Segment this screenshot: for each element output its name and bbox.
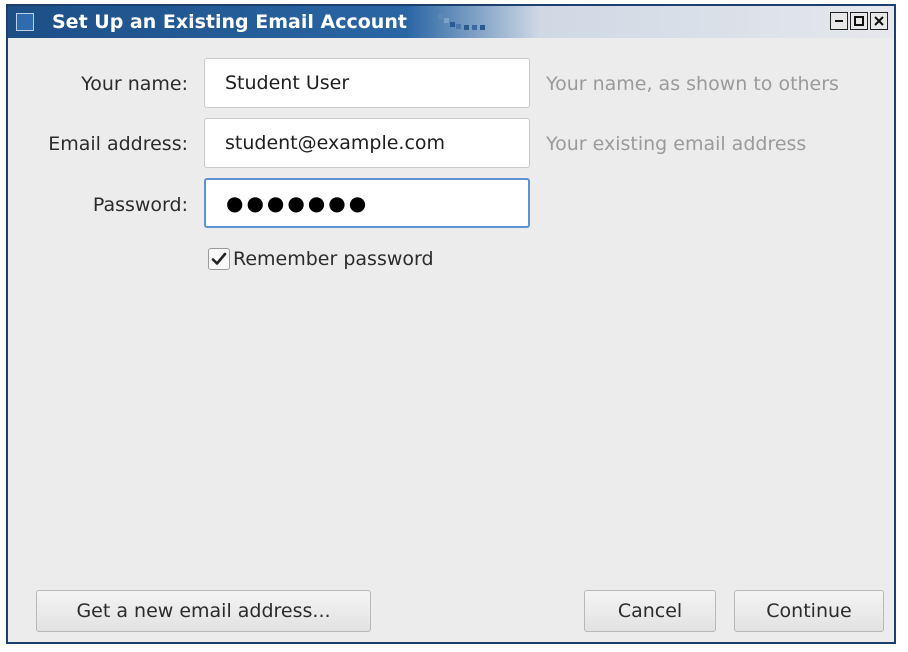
- window-title: Set Up an Existing Email Account: [52, 11, 407, 33]
- title-decoration-icon: [438, 14, 485, 30]
- continue-button[interactable]: Continue: [734, 590, 884, 632]
- window-controls: [830, 12, 888, 32]
- name-label: Your name:: [81, 73, 188, 95]
- password-input[interactable]: ●●●●●●●: [204, 178, 530, 228]
- checkmark-icon: [211, 252, 227, 265]
- close-icon[interactable]: [870, 12, 888, 30]
- cancel-button[interactable]: Cancel: [584, 590, 716, 632]
- title-bar[interactable]: Set Up an Existing Email Account: [8, 6, 894, 38]
- minimize-icon[interactable]: [830, 12, 848, 30]
- window-icon[interactable]: [16, 13, 34, 31]
- email-input[interactable]: student@example.com: [204, 118, 530, 168]
- dialog-window: Set Up an Existing Email Account Your na…: [6, 4, 896, 644]
- maximize-icon[interactable]: [850, 12, 868, 30]
- name-hint: Your name, as shown to others: [546, 73, 839, 95]
- email-label: Email address:: [48, 133, 188, 155]
- remember-password-row[interactable]: Remember password: [208, 244, 434, 274]
- name-input[interactable]: Student User: [204, 58, 530, 108]
- remember-password-label: Remember password: [233, 248, 434, 270]
- password-label: Password:: [92, 194, 188, 216]
- get-new-email-button[interactable]: Get a new email address...: [36, 590, 371, 632]
- remember-password-checkbox[interactable]: [208, 248, 230, 270]
- email-hint: Your existing email address: [546, 133, 807, 155]
